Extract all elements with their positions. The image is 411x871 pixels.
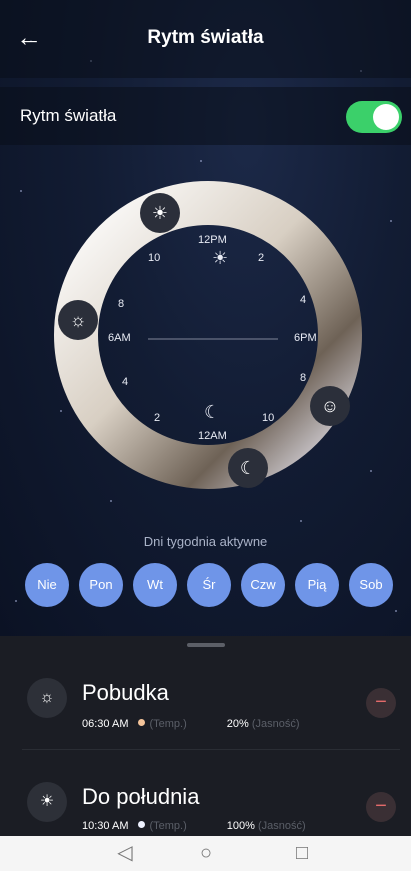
center-sun-icon: ☀: [212, 248, 229, 268]
smile-marker-icon[interactable]: ☺: [310, 386, 350, 426]
sun-icon: ☀: [27, 782, 67, 822]
page-title: Rytm światła: [147, 27, 264, 48]
center-moon-icon: ☾: [204, 402, 221, 422]
hour-label-6pm: 6PM: [294, 332, 317, 344]
hour-label-8am: 8: [118, 298, 125, 310]
temp-dot: [138, 821, 146, 828]
day-button-tue[interactable]: Wt: [133, 563, 177, 607]
light-rhythm-label: Rytm światła: [20, 106, 117, 125]
light-rhythm-toggle[interactable]: [346, 101, 402, 133]
brightness-value: 20%: [226, 718, 249, 730]
brightness-value: 100%: [226, 820, 255, 832]
sun-marker-icon[interactable]: ☀: [140, 193, 180, 233]
schedule-item-meta: 06:30 AM (Temp.) 20% (Jasność): [82, 718, 300, 730]
day-button-sun[interactable]: Nie: [25, 563, 69, 607]
temp-label: (Temp.): [149, 718, 187, 730]
hour-label-10pm: 10: [262, 412, 275, 424]
sunrise-marker-icon[interactable]: ☼: [58, 300, 98, 340]
schedule-item-title: Do południa: [82, 784, 200, 809]
remove-button[interactable]: −: [366, 792, 396, 822]
temp-label: (Temp.): [149, 820, 187, 832]
top-bar: ← Rytm światła: [0, 0, 411, 78]
hour-label-8pm: 8: [300, 372, 307, 384]
schedule-item-time: 06:30 AM: [82, 718, 129, 730]
hour-label-4pm: 4: [300, 294, 307, 306]
weekday-selector: Nie Pon Wt Śr Czw Pią Sob: [25, 563, 411, 607]
hour-label-12am: 12AM: [198, 430, 227, 442]
recent-apps-icon[interactable]: □: [282, 838, 322, 868]
drag-handle[interactable]: [187, 643, 225, 647]
hour-label-4am: 4: [122, 376, 129, 388]
hour-label-2pm: 2: [258, 252, 265, 264]
temp-dot: [138, 719, 146, 726]
remove-button[interactable]: −: [366, 688, 396, 718]
brightness-label: (Jasność): [251, 718, 300, 730]
brightness-label: (Jasność): [257, 820, 306, 832]
back-triangle-icon[interactable]: ◁: [105, 838, 145, 868]
divider: [22, 749, 400, 750]
light-rhythm-dial[interactable]: 12PM ☀ 10 2 8 4 6AM 6PM 4 8 2 10 ☾ 12AM …: [48, 180, 368, 490]
home-circle-icon[interactable]: ○: [186, 838, 226, 868]
toggle-knob: [373, 104, 399, 130]
day-button-fri[interactable]: Pią: [295, 563, 339, 607]
day-button-wed[interactable]: Śr: [187, 563, 231, 607]
moon-marker-icon[interactable]: ☾: [228, 448, 268, 488]
hour-label-6am: 6AM: [108, 332, 131, 344]
schedule-item[interactable]: ☀ Do południa 10:30 AM (Temp.) 100% (Jasno…: [0, 778, 411, 836]
sunrise-icon: ☼: [27, 678, 67, 718]
day-button-mon[interactable]: Pon: [79, 563, 123, 607]
schedule-item-meta: 10:30 AM (Temp.) 100% (Jasność): [82, 820, 306, 832]
schedule-item-title: Pobudka: [82, 680, 169, 705]
hour-label-12pm: 12PM: [198, 234, 227, 246]
schedule-item[interactable]: ☼ Pobudka 06:30 AM (Temp.) 20% (Jasność) −: [0, 674, 411, 772]
hour-label-2am: 2: [154, 412, 161, 424]
active-days-title: Dni tygodnia aktywne: [143, 534, 268, 549]
dial-ring: [54, 181, 362, 489]
day-button-thu[interactable]: Czw: [241, 563, 285, 607]
light-rhythm-row: Rytm światła: [0, 87, 411, 145]
day-button-sat[interactable]: Sob: [349, 563, 393, 607]
schedule-sheet: ☼ Pobudka 06:30 AM (Temp.) 20% (Jasność) −…: [0, 636, 411, 836]
system-navbar: ◁ ○ □: [0, 836, 411, 871]
schedule-item-time: 10:30 AM: [82, 820, 129, 832]
hour-label-10am: 10: [148, 252, 161, 264]
